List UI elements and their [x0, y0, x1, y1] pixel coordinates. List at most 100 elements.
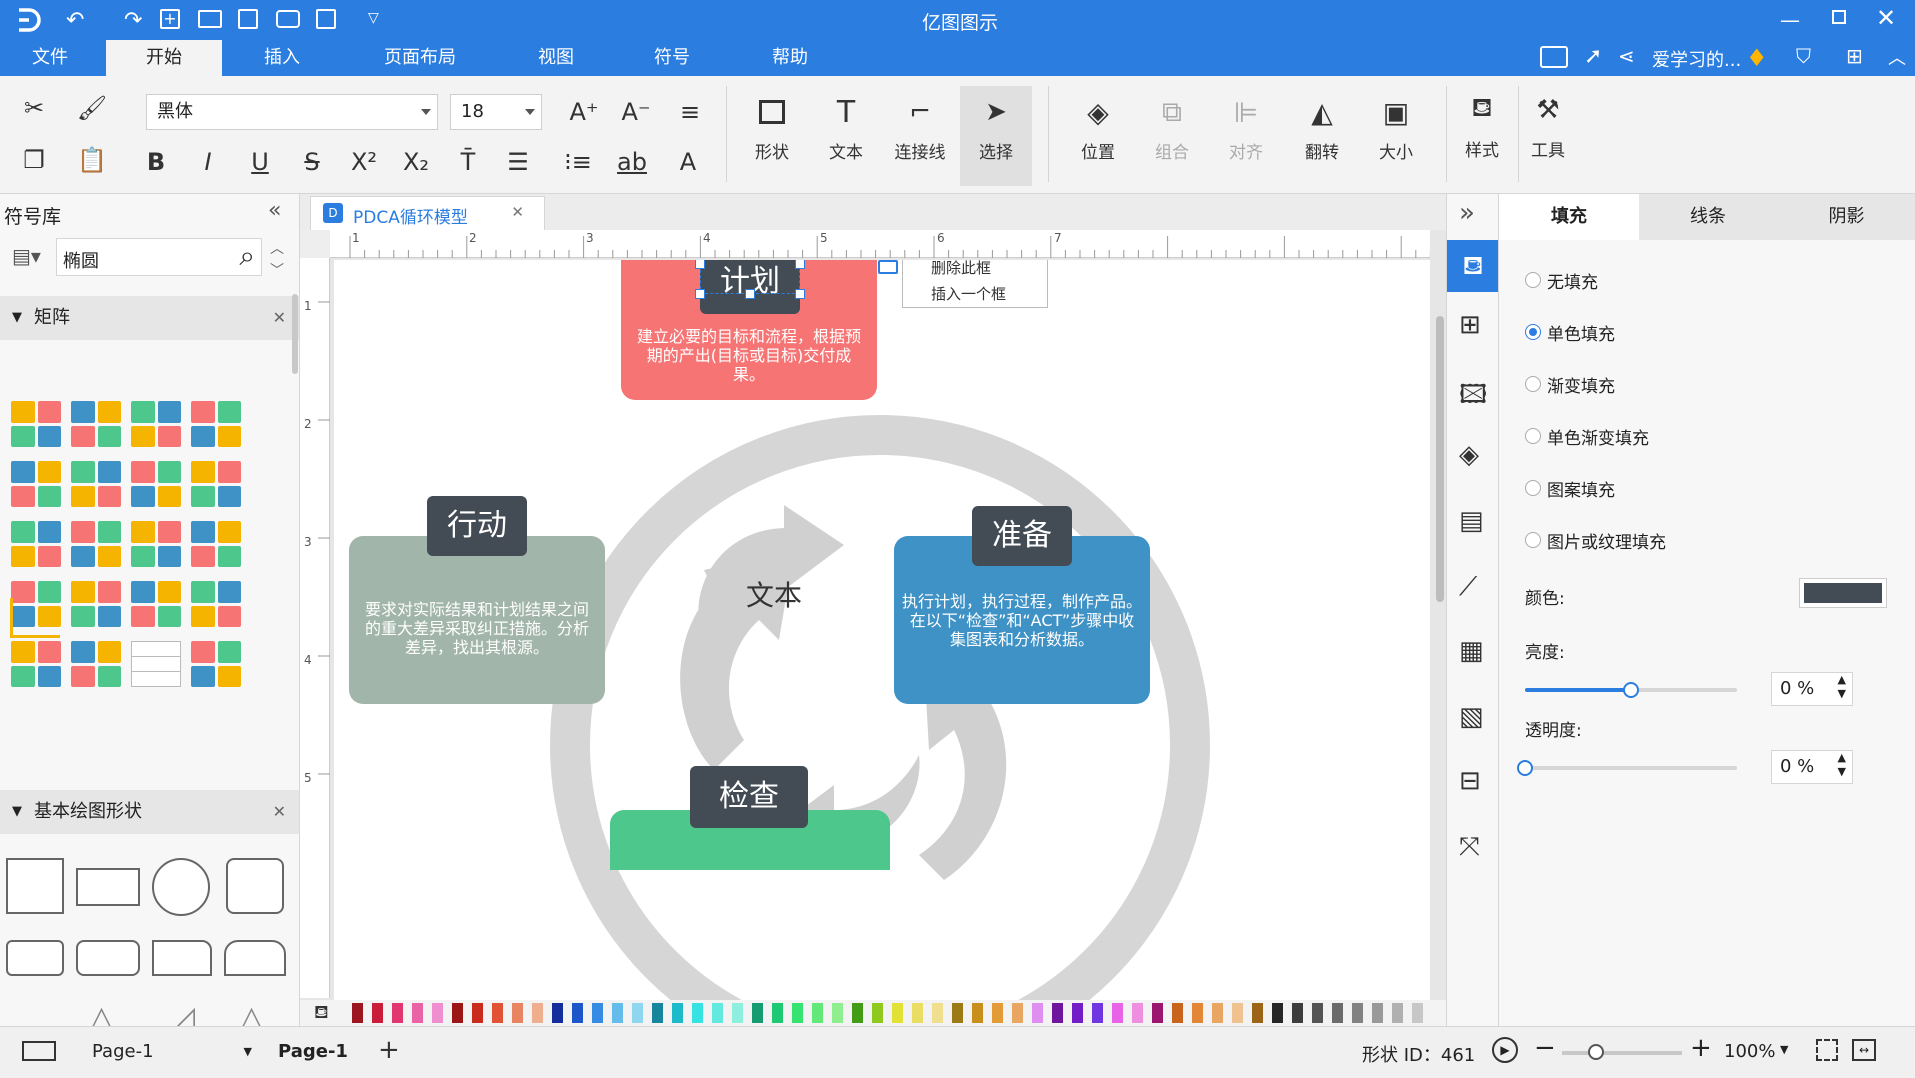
- color-swatch[interactable]: [732, 1003, 743, 1023]
- do-card-text[interactable]: 执行计划，执行过程，制作产品。在以下“检查”和“ACT”步骤中收集图表和分析数据…: [902, 592, 1142, 649]
- transparency-slider[interactable]: [1517, 760, 1737, 776]
- selection-handle[interactable]: [695, 289, 705, 299]
- color-swatch[interactable]: [852, 1003, 863, 1023]
- increase-font-icon[interactable]: A⁺: [566, 94, 602, 130]
- subscript-icon[interactable]: X₂: [398, 144, 434, 180]
- color-swatch[interactable]: [472, 1003, 483, 1023]
- matrix-template-thumb[interactable]: [126, 456, 186, 514]
- matrix-template-thumb[interactable]: [66, 636, 126, 694]
- color-swatch[interactable]: [1112, 1003, 1123, 1023]
- floating-menu-icon[interactable]: [878, 260, 898, 274]
- bold-icon[interactable]: B: [138, 144, 174, 180]
- basic-shape-round-rect[interactable]: [76, 940, 140, 976]
- format-painter-icon[interactable]: 🖌: [74, 90, 110, 126]
- transparency-thumb[interactable]: [1517, 760, 1533, 776]
- color-swatch[interactable]: [872, 1003, 883, 1023]
- color-swatch[interactable]: [1052, 1003, 1063, 1023]
- matrix-template-thumb[interactable]: [186, 636, 246, 694]
- tools-button[interactable]: ⚒ 工具: [1516, 84, 1580, 184]
- color-swatch[interactable]: [412, 1003, 423, 1023]
- color-swatch[interactable]: [772, 1003, 783, 1023]
- matrix-template-thumb[interactable]: [186, 396, 246, 454]
- color-swatch[interactable]: [1232, 1003, 1243, 1023]
- text-style-icon[interactable]: T̄: [450, 144, 486, 180]
- send-icon[interactable]: ➚: [1584, 44, 1602, 69]
- share-icon[interactable]: ⋖: [1618, 44, 1635, 68]
- user-name[interactable]: 爱学习的...: [1652, 46, 1741, 72]
- copy-icon[interactable]: ❐: [16, 142, 52, 178]
- comment-icon[interactable]: [1540, 46, 1568, 68]
- basic-shape-circle[interactable]: [152, 858, 210, 916]
- do-title-box[interactable]: 准备: [972, 506, 1072, 566]
- tab-shadow[interactable]: 阴影: [1777, 194, 1915, 240]
- color-swatch[interactable]: [1312, 1003, 1323, 1023]
- selection-handle[interactable]: [695, 260, 705, 269]
- color-swatch[interactable]: [992, 1003, 1003, 1023]
- flip-button[interactable]: ◭ 翻转: [1290, 86, 1354, 186]
- strikethrough-icon[interactable]: S: [294, 144, 330, 180]
- color-swatch[interactable]: [652, 1003, 663, 1023]
- color-swatch[interactable]: [712, 1003, 723, 1023]
- color-swatch[interactable]: [1352, 1003, 1363, 1023]
- color-swatch[interactable]: [392, 1003, 403, 1023]
- layers-icon[interactable]: ◈: [1459, 440, 1479, 470]
- decrease-font-icon[interactable]: A⁻: [618, 94, 654, 130]
- drawing-page[interactable]: 建立必要的目标和流程，根据预期的产出(目标或目标)交付成果。 执行计划，执行过程…: [334, 260, 1430, 1000]
- delete-box-item[interactable]: 删除此框: [931, 260, 991, 278]
- color-swatch[interactable]: [792, 1003, 803, 1023]
- paste-icon[interactable]: 📋: [74, 142, 110, 178]
- font-size-select[interactable]: 18: [450, 94, 542, 130]
- option-gradient-fill[interactable]: 渐变填充: [1547, 372, 1615, 397]
- color-swatch[interactable]: [1012, 1003, 1023, 1023]
- size-button[interactable]: ▣ 大小: [1364, 86, 1428, 186]
- brightness-input[interactable]: 0 % ▲ ▼: [1771, 672, 1853, 706]
- section-basic-header[interactable]: ▼ 基本绘图形状 ✕: [0, 790, 299, 834]
- add-page-icon[interactable]: +: [378, 1035, 400, 1065]
- line-spacing-icon[interactable]: ☰: [500, 144, 536, 180]
- bullet-list-icon[interactable]: ⁝≡: [560, 144, 596, 180]
- close-section-icon[interactable]: ✕: [273, 790, 286, 834]
- option-no-fill[interactable]: 无填充: [1547, 268, 1598, 293]
- fill-bucket-icon[interactable]: ⛾: [314, 1002, 329, 1026]
- color-swatch[interactable]: [452, 1003, 463, 1023]
- grid-apps-icon[interactable]: ⊞: [1846, 44, 1863, 68]
- shape-tool-button[interactable]: 形状: [740, 86, 804, 186]
- color-swatch[interactable]: [532, 1003, 543, 1023]
- act-title-box[interactable]: 行动: [427, 496, 527, 556]
- basic-shape-triangle-2[interactable]: △: [240, 1000, 263, 1026]
- tab-fill[interactable]: 填充: [1499, 194, 1639, 240]
- align-button[interactable]: ⊫ 对齐: [1214, 86, 1278, 186]
- matrix-template-thumb[interactable]: [66, 516, 126, 574]
- font-family-select[interactable]: 黑体: [146, 94, 438, 130]
- transparency-input[interactable]: 0 % ▲ ▼: [1771, 750, 1853, 784]
- insert-box-item[interactable]: 插入一个框: [931, 283, 1006, 304]
- check-title-box[interactable]: 检查: [690, 766, 808, 828]
- matrix-template-thumb[interactable]: [126, 576, 186, 634]
- fit-width-icon[interactable]: ↔: [1852, 1039, 1876, 1061]
- center-text[interactable]: 文本: [724, 574, 824, 614]
- radio-pattern-fill[interactable]: [1525, 480, 1541, 496]
- menu-insert[interactable]: 插入: [246, 40, 318, 76]
- brightness-thumb[interactable]: [1623, 682, 1639, 698]
- fit-icon[interactable]: ⤧: [1459, 832, 1480, 863]
- basic-shape-rounded-square[interactable]: [226, 858, 284, 914]
- page-view-icon[interactable]: [22, 1041, 56, 1061]
- table-icon[interactable]: ▦: [1459, 636, 1484, 666]
- group-button[interactable]: ⧉ 组合: [1140, 86, 1204, 186]
- basic-shape-rectangle[interactable]: [76, 868, 140, 906]
- option-solid-fill[interactable]: 单色填充: [1547, 320, 1615, 345]
- color-swatch[interactable]: [1412, 1003, 1423, 1023]
- option-single-gradient-fill[interactable]: 单色渐变填充: [1547, 424, 1649, 449]
- superscript-icon[interactable]: X²: [346, 144, 382, 180]
- cut-icon[interactable]: ✂: [16, 90, 52, 126]
- restore-icon[interactable]: [1832, 10, 1846, 24]
- color-swatch[interactable]: [752, 1003, 763, 1023]
- matrix-template-thumb[interactable]: [66, 456, 126, 514]
- color-swatch[interactable]: [1252, 1003, 1263, 1023]
- selection-handle[interactable]: [745, 289, 755, 299]
- brightness-slider[interactable]: [1525, 682, 1737, 698]
- menu-view[interactable]: 视图: [520, 40, 592, 76]
- color-swatch[interactable]: [832, 1003, 843, 1023]
- redo-icon[interactable]: ↷: [124, 8, 142, 33]
- basic-shape-snip-rect[interactable]: [152, 940, 212, 976]
